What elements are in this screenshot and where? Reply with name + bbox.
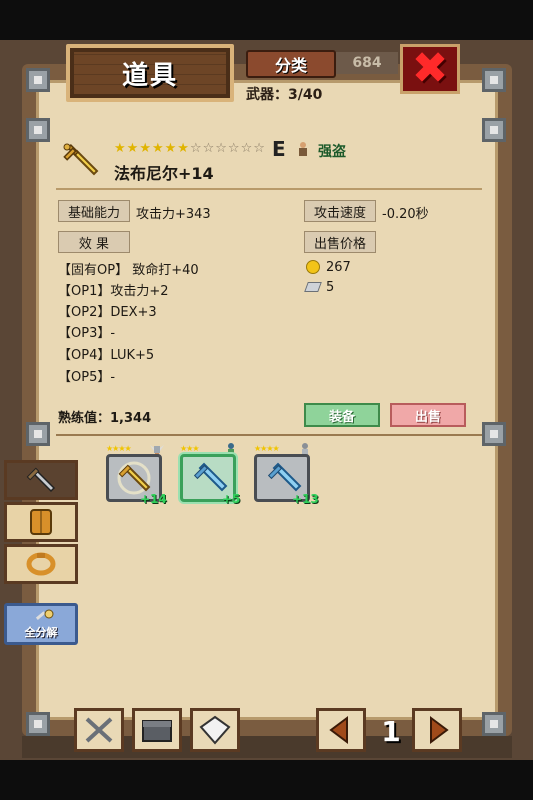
effects-label: 效 果 [58,231,130,253]
star-empty-icon: ☆ [202,141,216,156]
item-grade: E [272,137,286,161]
corner-rivet [482,118,506,142]
corner-rivet [482,422,506,446]
effect-line: 【OP5】- [58,370,116,385]
tab-accessory[interactable] [4,544,78,584]
corner-rivet [482,712,506,736]
divider [56,434,482,436]
item-name: 法布尼尔+14 [114,164,214,183]
armor-icon [30,509,52,535]
equipment-button[interactable] [74,708,124,752]
page-title: 道具 [121,60,178,91]
crossed-swords-icon [85,717,113,743]
category-button[interactable]: 分类 [246,50,336,78]
corner-rivet [482,68,506,92]
slot-stars: ★★★★ [254,444,280,453]
sell-button[interactable]: 出售 [390,403,466,427]
slot-stars: ★★★★ [106,444,132,453]
proficiency: 熟练值：1,344 [58,411,152,426]
hidden-counter: 684 [336,52,398,74]
slot-level: +14 [140,492,167,506]
ring-icon [26,552,56,576]
tab-armor[interactable] [4,502,78,542]
gem-icon [199,715,231,745]
effect-line: 【OP1】攻击力+2 [58,284,169,299]
close-button[interactable]: ✖ [400,44,460,94]
star-empty-icon: ☆ [240,141,254,156]
next-page-button[interactable] [412,708,462,752]
slot-stars: ★★★ [180,444,199,453]
page-number: 1 [381,715,401,748]
disassemble-all-label: 全分解 [24,626,58,639]
star-rating: ★★★★★★☆☆☆☆☆☆ [114,141,266,156]
sword-icon [26,467,56,493]
divider [56,188,482,190]
base-ability-value: 攻击力+343 [136,207,211,222]
equip-button[interactable]: 装备 [304,403,380,427]
tab-weapons[interactable] [4,460,78,500]
attack-speed-label: 攻击速度 [304,200,376,222]
prev-page-button[interactable] [316,708,366,752]
star-filled-icon: ★ [126,141,140,156]
inventory-slot[interactable]: ★★★★ +13 [252,443,322,508]
gold-coin-icon [306,260,320,274]
arrow-left-icon [329,716,348,744]
star-filled-icon: ★ [151,141,165,156]
star-empty-icon: ☆ [253,141,266,156]
star-filled-icon: ★ [139,141,152,156]
inventory-slot-selected[interactable]: ★★★ +5 [178,443,248,508]
corner-rivet [26,422,50,446]
golden-sword-icon [58,138,106,186]
hammer-gear-icon [35,609,54,620]
effect-line: 【OP3】- [58,326,116,341]
weapon-count: 武器：3/40 [246,87,323,103]
star-filled-icon: ★ [164,141,178,156]
sell-price-label: 出售价格 [304,231,376,253]
class-name: 强盗 [318,144,346,160]
star-filled-icon: ★ [114,141,127,156]
attack-speed-value: -0.20秒 [382,207,429,222]
star-empty-icon: ☆ [227,141,241,156]
crystal-price: 5 [326,280,335,295]
effect-line: 【固有OP】 致命打+40 [58,263,199,278]
disassemble-all-button[interactable]: 全分解 [4,603,78,645]
gold-price: 267 [326,260,351,275]
material-button[interactable] [190,708,240,752]
slot-level: +5 [222,492,241,506]
close-x-icon: ✖ [411,43,449,94]
thief-icon [296,141,310,157]
corner-rivet [26,118,50,142]
base-ability-label: 基础能力 [58,200,130,222]
arrow-right-icon [430,716,449,744]
effect-line: 【OP2】DEX+3 [58,305,157,320]
effect-line: 【OP4】LUK+5 [58,348,155,363]
corner-rivet [26,712,50,736]
star-empty-icon: ☆ [189,141,203,156]
storage-button[interactable] [132,708,182,752]
corner-rivet [26,68,50,92]
star-empty-icon: ☆ [215,141,228,156]
star-filled-icon: ★ [177,141,190,156]
chest-icon [142,720,172,742]
slot-level: +13 [292,492,319,506]
inventory-slot[interactable]: ★★★★ +14 [104,444,174,508]
